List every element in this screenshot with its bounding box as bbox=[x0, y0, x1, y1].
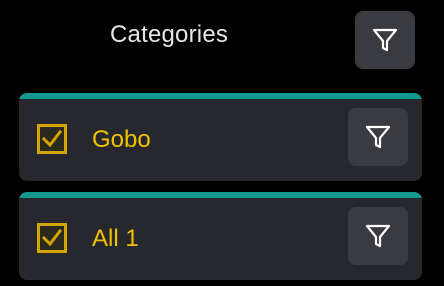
category-filter-button[interactable] bbox=[348, 207, 408, 265]
category-item-gobo: Gobo bbox=[19, 93, 422, 181]
filter-icon bbox=[365, 125, 391, 149]
header-filter-button[interactable] bbox=[355, 11, 415, 69]
category-label: Gobo bbox=[92, 126, 151, 153]
filter-icon bbox=[372, 28, 398, 52]
page-title: Categories bbox=[110, 21, 229, 48]
category-item-all-1: All 1 bbox=[19, 192, 422, 280]
filter-icon bbox=[365, 224, 391, 248]
categories-header: Categories bbox=[0, 0, 444, 80]
category-filter-button[interactable] bbox=[348, 108, 408, 166]
category-checkbox[interactable] bbox=[37, 124, 67, 154]
category-checkbox[interactable] bbox=[37, 223, 67, 253]
category-label: All 1 bbox=[92, 225, 139, 252]
checkmark-icon bbox=[41, 129, 63, 148]
checkmark-icon bbox=[41, 228, 63, 247]
